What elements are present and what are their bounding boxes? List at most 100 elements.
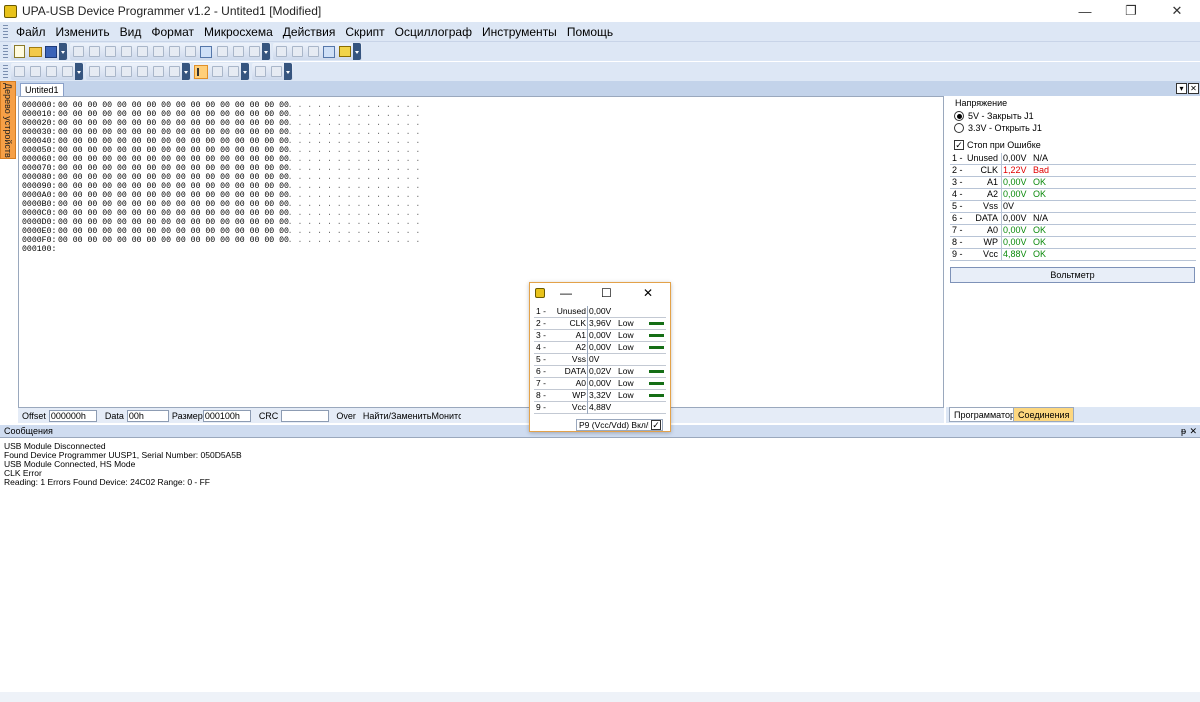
- document-icon[interactable]: [199, 45, 213, 59]
- hex-ascii[interactable]: . . . . . . . . . . . . . . . .: [268, 218, 420, 227]
- save-file-icon[interactable]: [44, 45, 58, 59]
- toolbar-chevron-icon[interactable]: [241, 63, 249, 80]
- find-icon[interactable]: [167, 45, 181, 59]
- hex-ascii[interactable]: . . . . . . . . . . . . . . . .: [268, 236, 420, 245]
- close-button[interactable]: ✕: [1154, 0, 1200, 22]
- monitor-maximize-button[interactable]: ☐: [601, 285, 612, 301]
- menu-tools[interactable]: Инструменты: [477, 23, 562, 41]
- redo-icon[interactable]: [87, 45, 101, 59]
- hex-bytes[interactable]: 00 00 00 00 00 00 00 00 00 00 00 00 00 0…: [58, 182, 289, 191]
- hex-ascii[interactable]: . . . . . . . . . . . . . . . .: [268, 146, 420, 155]
- data-field[interactable]: 00h: [126, 409, 169, 422]
- write-chip-icon[interactable]: [290, 45, 304, 59]
- hex-ascii[interactable]: . . . . . . . . . . . . . . . .: [268, 182, 420, 191]
- pin-icon[interactable]: ᵽ: [1181, 425, 1186, 437]
- radio-5v[interactable]: [954, 111, 964, 121]
- view3-icon[interactable]: [119, 65, 133, 79]
- messages-log[interactable]: USB Module Disconnected Found Device Pro…: [0, 437, 1200, 702]
- hex-ascii[interactable]: . . . . . . . . . . . . . . . .: [268, 164, 420, 173]
- tab-programmer[interactable]: Программатор: [949, 407, 1020, 422]
- restore-button[interactable]: ❐: [1108, 0, 1154, 22]
- hex-bytes[interactable]: 00 00 00 00 00 00 00 00 00 00 00 00 00 0…: [58, 128, 289, 137]
- crc-field[interactable]: [281, 409, 330, 422]
- hex-ascii[interactable]: . . . . . . . . . . . . . . . .: [268, 227, 420, 236]
- menu-edit[interactable]: Изменить: [51, 23, 115, 41]
- monitor-title-bar[interactable]: — ☐ ✕: [530, 283, 670, 303]
- hex-bytes[interactable]: 00 00 00 00 00 00 00 00 00 00 00 00 00 0…: [58, 137, 289, 146]
- erase-chip-icon[interactable]: [322, 45, 336, 59]
- link-tool-icon[interactable]: [226, 65, 240, 79]
- hex-bytes[interactable]: 00 00 00 00 00 00 00 00 00 00 00 00 00 0…: [58, 146, 289, 155]
- view4-icon[interactable]: [135, 65, 149, 79]
- hex-bytes[interactable]: 00 00 00 00 00 00 00 00 00 00 00 00 00 0…: [58, 173, 289, 182]
- hex-bytes[interactable]: 00 00 00 00 00 00 00 00 00 00 00 00 00 0…: [58, 101, 289, 110]
- read-chip-icon[interactable]: [274, 45, 288, 59]
- fill-icon[interactable]: [247, 45, 261, 59]
- stop-on-error-checkbox[interactable]: ✓: [954, 140, 964, 150]
- hex-bytes[interactable]: 00 00 00 00 00 00 00 00 00 00 00 00 00 0…: [58, 200, 289, 209]
- horizontal-scrollbar[interactable]: [0, 692, 1200, 702]
- radio-33v[interactable]: [954, 123, 964, 133]
- hex-bytes[interactable]: 00 00 00 00 00 00 00 00 00 00 00 00 00 0…: [58, 110, 289, 119]
- hex-bytes[interactable]: 00 00 00 00 00 00 00 00 00 00 00 00 00 0…: [58, 236, 289, 245]
- minimize-button[interactable]: —: [1062, 0, 1108, 22]
- play-icon[interactable]: [253, 65, 267, 79]
- menu-help[interactable]: Помощь: [562, 23, 618, 41]
- hex-bytes[interactable]: 00 00 00 00 00 00 00 00 00 00 00 00 00 0…: [58, 227, 289, 236]
- tab-list-icon[interactable]: ▾: [1176, 83, 1187, 94]
- tab-connections[interactable]: Соединения: [1013, 407, 1075, 422]
- toolbar-chevron-icon[interactable]: [284, 63, 292, 80]
- menu-view[interactable]: Вид: [115, 23, 147, 41]
- tool2-icon[interactable]: [28, 65, 42, 79]
- vcc-toggle-checkbox[interactable]: ✓: [651, 420, 661, 430]
- monitor-link[interactable]: Мониторинг: [431, 411, 461, 421]
- toolbar-chevron-icon[interactable]: [59, 43, 67, 60]
- monitor-close-button[interactable]: ✕: [643, 285, 653, 301]
- pointer-tool-icon[interactable]: [194, 64, 208, 79]
- replace-icon[interactable]: [183, 45, 197, 59]
- chip-select-icon[interactable]: [338, 45, 352, 59]
- view6-icon[interactable]: [167, 65, 181, 79]
- find-replace-link[interactable]: Найти/Заменить: [363, 411, 432, 421]
- radio-5v-row[interactable]: 5V - Закрыть J1: [954, 111, 1034, 121]
- monitor-minimize-button[interactable]: —: [560, 285, 572, 301]
- hex-ascii[interactable]: . . . . . . . . . . . . . . . .: [268, 200, 420, 209]
- view1-icon[interactable]: [87, 65, 101, 79]
- select-all-icon[interactable]: [231, 45, 245, 59]
- device-tree-side-tab[interactable]: Дерево устройств: [0, 81, 16, 159]
- hex-ascii[interactable]: . . . . . . . . . . . . . . . .: [268, 101, 420, 110]
- tool4-icon[interactable]: [60, 65, 74, 79]
- menu-actions[interactable]: Действия: [278, 23, 341, 41]
- new-file-icon[interactable]: [12, 45, 26, 59]
- hex-ascii[interactable]: . . . . . . . . . . . . . . . .: [268, 155, 420, 164]
- size-field[interactable]: 000100h: [202, 409, 251, 422]
- menu-script[interactable]: Скрипт: [340, 23, 389, 41]
- tab-untitled1[interactable]: Untited1: [20, 83, 64, 96]
- hex-ascii[interactable]: . . . . . . . . . . . . . . . .: [268, 128, 420, 137]
- hex-ascii[interactable]: . . . . . . . . . . . . . . . .: [268, 119, 420, 128]
- view2-icon[interactable]: [103, 65, 117, 79]
- tool3-icon[interactable]: [44, 65, 58, 79]
- hex-editor[interactable]: 000000: 00 00 00 00 00 00 00 00 00 00 00 …: [18, 96, 944, 408]
- verify-chip-icon[interactable]: [306, 45, 320, 59]
- radio-33v-row[interactable]: 3.3V - Открыть J1: [954, 123, 1042, 133]
- hex-bytes[interactable]: 00 00 00 00 00 00 00 00 00 00 00 00 00 0…: [58, 191, 289, 200]
- toolbar-chevron-icon[interactable]: [262, 43, 270, 60]
- copy-icon[interactable]: [119, 45, 133, 59]
- hex-bytes[interactable]: 00 00 00 00 00 00 00 00 00 00 00 00 00 0…: [58, 164, 289, 173]
- tab-close-icon[interactable]: ✕: [1188, 83, 1199, 94]
- offset-field[interactable]: 000000h: [48, 409, 97, 422]
- paste-icon[interactable]: [135, 45, 149, 59]
- menu-chip[interactable]: Микросхема: [199, 23, 278, 41]
- open-file-icon[interactable]: [28, 45, 42, 59]
- hex-ascii[interactable]: . . . . . . . . . . . . . . . .: [268, 173, 420, 182]
- hex-ascii[interactable]: . . . . . . . . . . . . . . . .: [268, 191, 420, 200]
- delete-icon[interactable]: [151, 45, 165, 59]
- toolbar-chevron-icon[interactable]: [182, 63, 190, 80]
- menu-file[interactable]: Файл: [11, 23, 51, 41]
- stop-icon[interactable]: [269, 65, 283, 79]
- hex-bytes[interactable]: 00 00 00 00 00 00 00 00 00 00 00 00 00 0…: [58, 218, 289, 227]
- zoom-tool-icon[interactable]: [210, 65, 224, 79]
- toolbar-chevron-icon[interactable]: [75, 63, 83, 80]
- undo-icon[interactable]: [71, 45, 85, 59]
